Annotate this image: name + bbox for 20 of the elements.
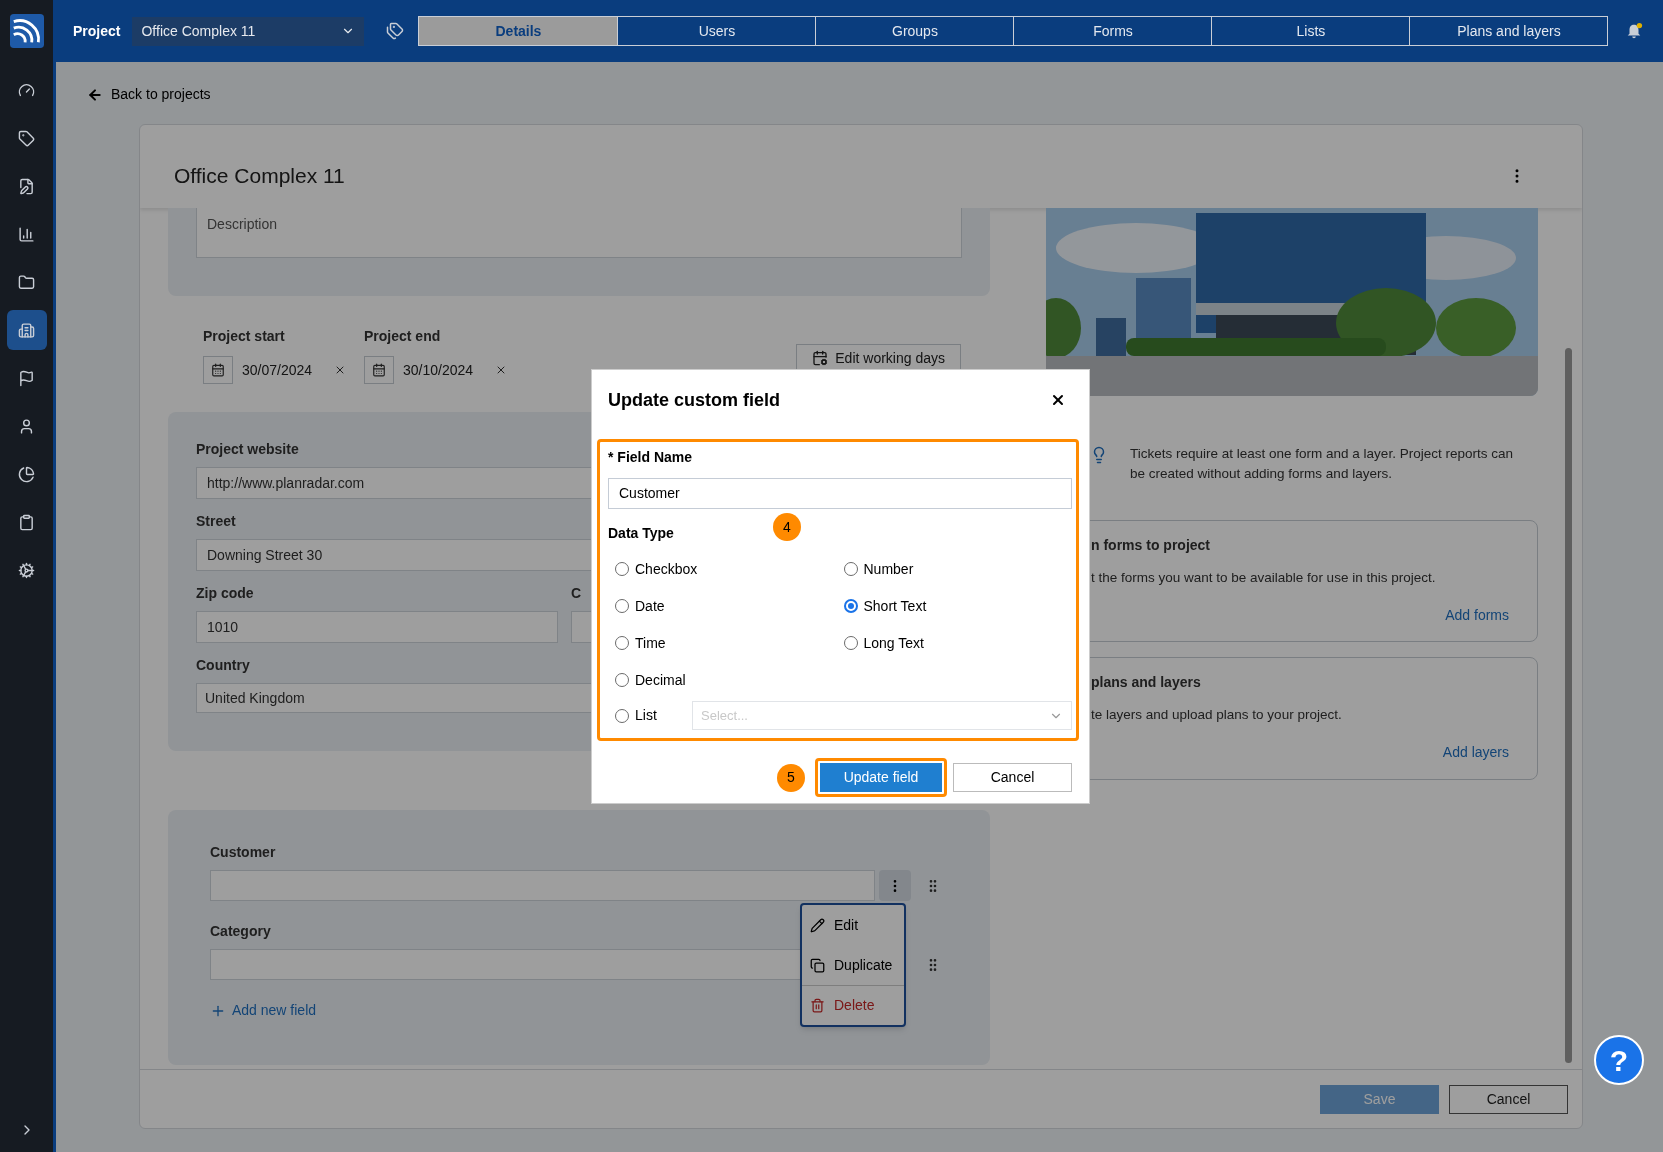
field-label: Zip code xyxy=(196,584,254,603)
date-label: Project end xyxy=(364,327,442,346)
project-label: Project xyxy=(73,21,121,41)
field-label: Customer xyxy=(210,843,276,862)
date-label: Project start xyxy=(203,327,286,346)
field-label: Country xyxy=(196,656,250,675)
field-label: * Field Name xyxy=(608,448,693,467)
card-text: te layers and upload plans to your project. xyxy=(1091,706,1343,724)
tip-text: Tickets require at least one form and a layer. Project reports can be created without adding forms and layers. xyxy=(1130,445,1514,483)
field-label: C xyxy=(571,584,582,603)
card-title: n forms to project xyxy=(1091,536,1211,555)
project-title: Office Complex 11 xyxy=(174,162,345,189)
dialog-title: Update custom field xyxy=(608,388,781,412)
field-label: Street xyxy=(196,512,236,531)
step-badge: 4 xyxy=(773,513,801,541)
step-badge: 5 xyxy=(777,763,805,792)
field-label: Category xyxy=(210,922,271,941)
card-text: t the forms you want to be available for use in this project. xyxy=(1091,569,1437,587)
field-label: Project website xyxy=(196,440,299,459)
card-title: plans and layers xyxy=(1091,673,1202,692)
